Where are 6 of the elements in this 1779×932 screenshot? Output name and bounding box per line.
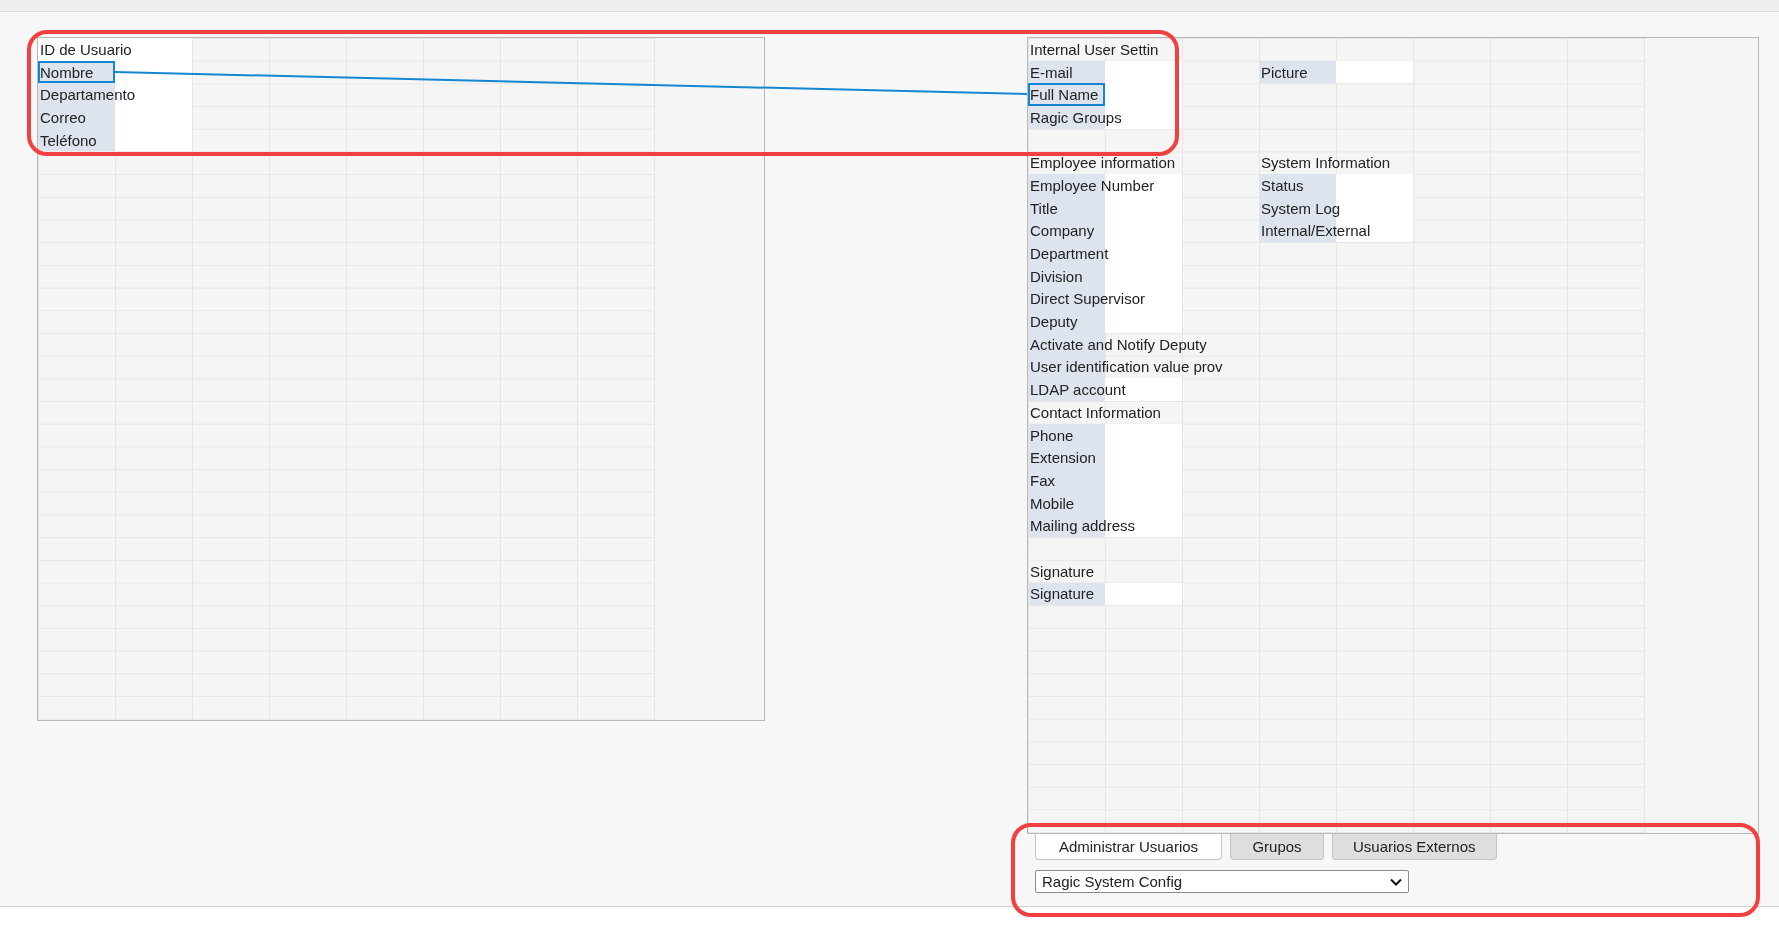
tab[interactable]: Administrar Usuarios bbox=[1035, 834, 1222, 860]
sheet-select[interactable]: Ragic System Config bbox=[1035, 870, 1409, 893]
tab[interactable]: Grupos bbox=[1230, 834, 1324, 860]
chevron-down-icon bbox=[1390, 877, 1402, 886]
tab[interactable]: Usuarios Externos bbox=[1332, 834, 1497, 860]
select-value: Ragic System Config bbox=[1042, 873, 1183, 890]
